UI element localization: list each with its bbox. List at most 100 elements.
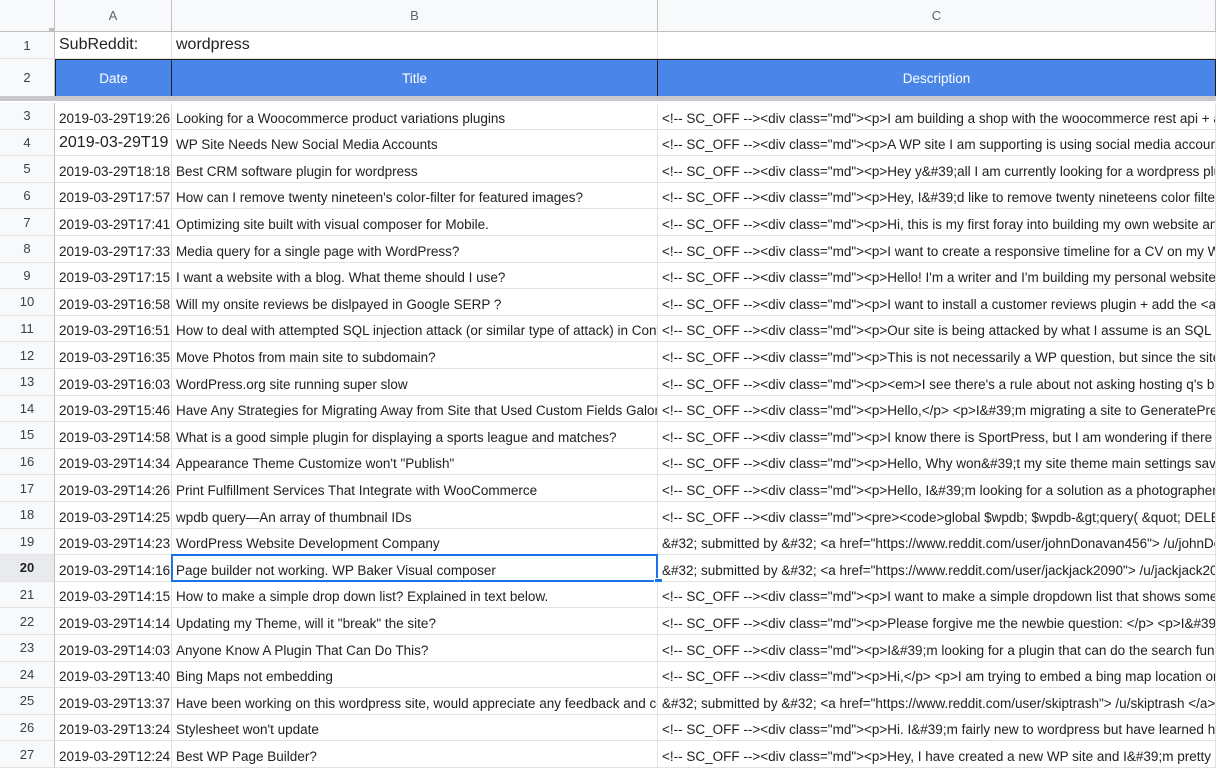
description-cell[interactable]: <!-- SC_OFF --><div class="md"><p>A WP s…	[658, 129, 1216, 157]
row-header[interactable]: 22	[0, 608, 55, 635]
title-cell[interactable]: Best WP Page Builder?	[172, 741, 658, 768]
row-header[interactable]: 26	[0, 714, 55, 742]
description-cell[interactable]: <!-- SC_OFF --><div class="md"><p>Hey, I…	[658, 741, 1216, 768]
description-cell[interactable]: <!-- SC_OFF --><div class="md"><p>I am b…	[658, 103, 1216, 130]
select-all-corner[interactable]	[0, 0, 55, 32]
row-header[interactable]: 24	[0, 661, 55, 689]
description-cell[interactable]: <!-- SC_OFF --><div class="md"><p>I want…	[658, 236, 1216, 263]
description-cell[interactable]: <!-- SC_OFF --><div class="md"><p>I want…	[658, 581, 1216, 609]
description-cell[interactable]: <!-- SC_OFF --><div class="md"><p>Hi, th…	[658, 209, 1216, 236]
date-cell[interactable]: 2019-03-29T16:51:	[55, 315, 172, 343]
title-cell[interactable]: How to make a simple drop down list? Exp…	[172, 581, 658, 609]
empty-cell[interactable]	[658, 32, 1216, 59]
title-cell[interactable]: Updating my Theme, will it "break" the s…	[172, 608, 658, 635]
row-header[interactable]: 15	[0, 422, 55, 449]
date-cell[interactable]: 2019-03-29T15:46:	[55, 395, 172, 423]
frozen-rows-divider[interactable]	[0, 96, 1216, 101]
date-cell[interactable]: 2019-03-29T17:15:	[55, 262, 172, 290]
row-header[interactable]: 20	[0, 555, 55, 582]
title-cell[interactable]: wpdb query—An array of thumbnail IDs	[172, 502, 658, 529]
description-cell[interactable]: <!-- SC_OFF --><div class="md"><p>I know…	[658, 422, 1216, 449]
description-cell[interactable]: <!-- SC_OFF --><div class="md"><p>Hey, I…	[658, 182, 1216, 210]
date-cell[interactable]: 2019-03-29T13:24:	[55, 714, 172, 742]
column-header-b[interactable]: B	[172, 0, 658, 32]
row-header[interactable]: 1	[0, 32, 55, 59]
date-cell[interactable]: 2019-03-29T13:40:	[55, 661, 172, 689]
row-header[interactable]: 17	[0, 475, 55, 502]
description-cell[interactable]: <!-- SC_OFF --><div class="md"><p>I want…	[658, 289, 1216, 316]
date-cell[interactable]: 2019-03-29T16:35:	[55, 342, 172, 369]
date-cell[interactable]: 2019-03-29T12:24:	[55, 741, 172, 768]
date-cell[interactable]: 2019-03-29T14:15:	[55, 581, 172, 609]
row-header[interactable]: 9	[0, 262, 55, 290]
date-cell[interactable]: 2019-03-29T14:58:	[55, 422, 172, 449]
date-cell[interactable]: 2019-03-29T17:33:	[55, 236, 172, 263]
description-cell[interactable]: <!-- SC_OFF --><div class="md"><p>Hey y&…	[658, 156, 1216, 183]
date-cell[interactable]: 2019-03-29T14:25:	[55, 502, 172, 529]
description-cell[interactable]: <!-- SC_OFF --><div class="md"><p>This i…	[658, 342, 1216, 369]
description-cell[interactable]: <!-- SC_OFF --><div class="md"><p>Please…	[658, 608, 1216, 635]
date-cell[interactable]: 2019-03-29T14:16:	[55, 555, 172, 582]
row-header[interactable]: 7	[0, 209, 55, 236]
title-cell[interactable]: Optimizing site built with visual compos…	[172, 209, 658, 236]
title-cell[interactable]: How can I remove twenty nineteen's color…	[172, 182, 658, 210]
row-header[interactable]: 4	[0, 129, 55, 157]
row-header[interactable]: 25	[0, 688, 55, 715]
date-cell[interactable]: 2019-03-29T14:03:	[55, 635, 172, 662]
description-cell[interactable]: <!-- SC_OFF --><div class="md"><p>Hi. I&…	[658, 714, 1216, 742]
row-header[interactable]: 18	[0, 502, 55, 529]
row-header[interactable]: 19	[0, 528, 55, 556]
title-cell[interactable]: Move Photos from main site to subdomain?	[172, 342, 658, 369]
row-header[interactable]: 3	[0, 103, 55, 130]
title-cell[interactable]: Bing Maps not embedding	[172, 661, 658, 689]
title-cell[interactable]: What is a good simple plugin for display…	[172, 422, 658, 449]
title-cell[interactable]: WP Site Needs New Social Media Accounts	[172, 129, 658, 157]
description-cell[interactable]: <!-- SC_OFF --><div class="md"><p><em>I …	[658, 369, 1216, 396]
description-cell[interactable]: &#32; submitted by &#32; <a href="https:…	[658, 688, 1216, 715]
row-header[interactable]: 8	[0, 236, 55, 263]
row-header[interactable]: 12	[0, 342, 55, 369]
column-header-a[interactable]: A	[55, 0, 172, 32]
title-cell[interactable]: I want a website with a blog. What theme…	[172, 262, 658, 290]
description-cell[interactable]: <!-- SC_OFF --><div class="md"><p>Hello,…	[658, 448, 1216, 476]
title-cell[interactable]: Have Any Strategies for Migrating Away f…	[172, 395, 658, 423]
row-header[interactable]: 16	[0, 448, 55, 476]
row-header[interactable]: 10	[0, 289, 55, 316]
date-cell[interactable]: 2019-03-29T16:58:	[55, 289, 172, 316]
row-header[interactable]: 2	[0, 59, 55, 97]
description-cell[interactable]: <!-- SC_OFF --><div class="md"><p>Our si…	[658, 315, 1216, 343]
row-header[interactable]: 23	[0, 635, 55, 662]
title-cell[interactable]: Print Fulfillment Services That Integrat…	[172, 475, 658, 502]
date-cell[interactable]: 2019-03-29T16:03:	[55, 369, 172, 396]
title-cell[interactable]: Appearance Theme Customize won't "Publis…	[172, 448, 658, 476]
description-cell[interactable]: &#32; submitted by &#32; <a href="https:…	[658, 555, 1216, 582]
table-header-description[interactable]: Description	[658, 59, 1216, 97]
row-header[interactable]: 11	[0, 315, 55, 343]
subreddit-value-cell[interactable]: wordpress	[172, 32, 658, 59]
date-cell[interactable]: 2019-03-29T19	[55, 129, 172, 157]
description-cell[interactable]: <!-- SC_OFF --><div class="md"><p>Hello!…	[658, 262, 1216, 290]
date-cell[interactable]: 2019-03-29T13:37:	[55, 688, 172, 715]
row-header[interactable]: 13	[0, 369, 55, 396]
description-cell[interactable]: <!-- SC_OFF --><div class="md"><p>Hello,…	[658, 395, 1216, 423]
description-cell[interactable]: &#32; submitted by &#32; <a href="https:…	[658, 528, 1216, 556]
row-header[interactable]: 21	[0, 581, 55, 609]
title-cell[interactable]: Looking for a Woocommerce product variat…	[172, 103, 658, 130]
description-cell[interactable]: <!-- SC_OFF --><div class="md"><p>Hi,</p…	[658, 661, 1216, 689]
date-cell[interactable]: 2019-03-29T14:34:	[55, 448, 172, 476]
description-cell[interactable]: <!-- SC_OFF --><div class="md"><pre><cod…	[658, 502, 1216, 529]
table-header-title[interactable]: Title	[172, 59, 658, 97]
title-cell[interactable]: Media query for a single page with WordP…	[172, 236, 658, 263]
date-cell[interactable]: 2019-03-29T18:18:	[55, 156, 172, 183]
date-cell[interactable]: 2019-03-29T14:14:	[55, 608, 172, 635]
title-cell[interactable]: Anyone Know A Plugin That Can Do This?	[172, 635, 658, 662]
date-cell[interactable]: 2019-03-29T19:26:	[55, 103, 172, 130]
column-header-c[interactable]: C	[658, 0, 1216, 32]
title-cell[interactable]: How to deal with attempted SQL injection…	[172, 315, 658, 343]
description-cell[interactable]: <!-- SC_OFF --><div class="md"><p>I&#39;…	[658, 635, 1216, 662]
row-header[interactable]: 27	[0, 741, 55, 768]
date-cell[interactable]: 2019-03-29T17:57:	[55, 182, 172, 210]
subreddit-label-cell[interactable]: SubReddit:	[55, 32, 172, 59]
date-cell[interactable]: 2019-03-29T14:23:	[55, 528, 172, 556]
title-cell[interactable]: Best CRM software plugin for wordpress	[172, 156, 658, 183]
